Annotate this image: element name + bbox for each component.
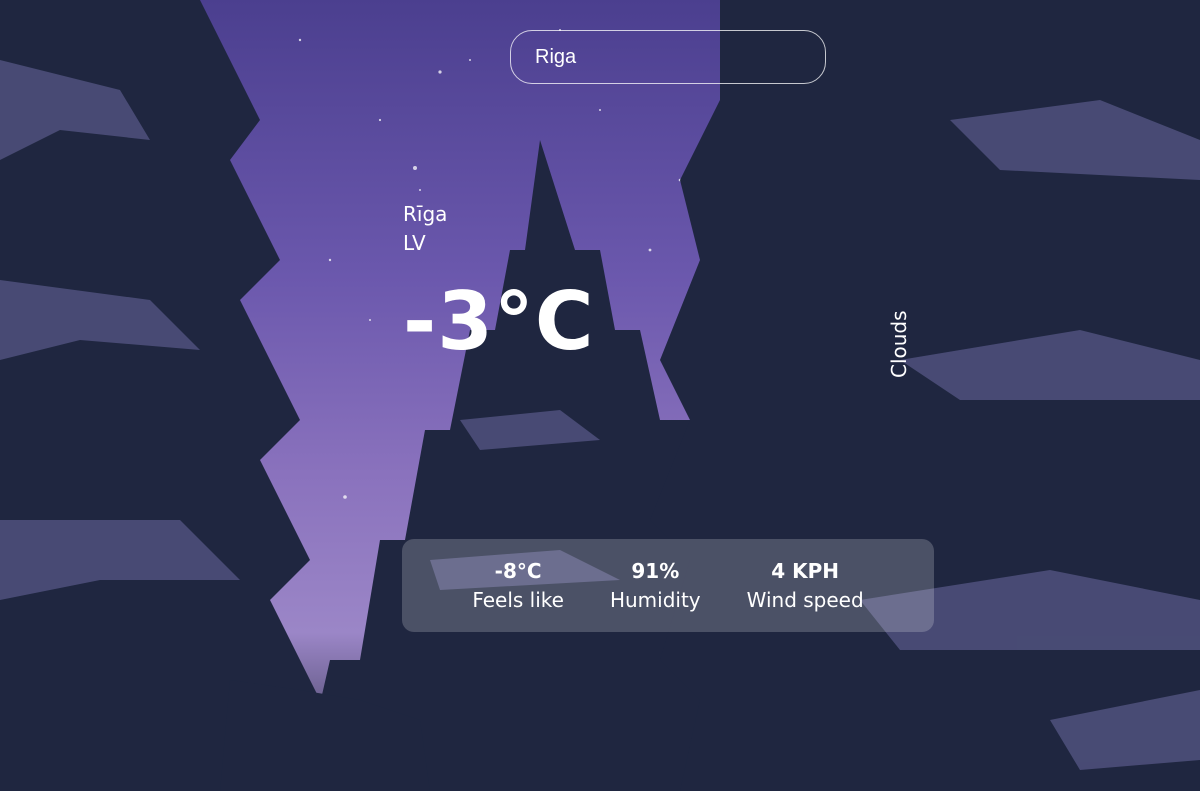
city-name: Rīga: [403, 202, 448, 226]
weather-condition: Clouds: [887, 310, 911, 378]
wind-speed-value: 4 KPH: [771, 558, 840, 583]
stat-wind-speed: 4 KPH Wind speed: [747, 557, 864, 615]
country-code: LV: [403, 231, 426, 255]
weather-stats-panel: -8°C Feels like 91% Humidity 4 KPH Wind …: [402, 539, 934, 632]
city-search-input[interactable]: [510, 30, 826, 84]
background-image: [0, 0, 1200, 791]
location-block: Rīga LV: [403, 200, 447, 258]
humidity-label: Humidity: [609, 587, 701, 612]
stat-feels-like: -8°C Feels like: [472, 557, 564, 615]
stat-humidity: 91% Humidity: [610, 557, 701, 615]
feels-like-label: Feels like: [472, 587, 564, 612]
feels-like-value: -8°C: [494, 558, 542, 583]
humidity-value: 91%: [631, 558, 680, 583]
wind-speed-label: Wind speed: [746, 587, 864, 612]
current-temperature: -3°C: [403, 275, 595, 368]
